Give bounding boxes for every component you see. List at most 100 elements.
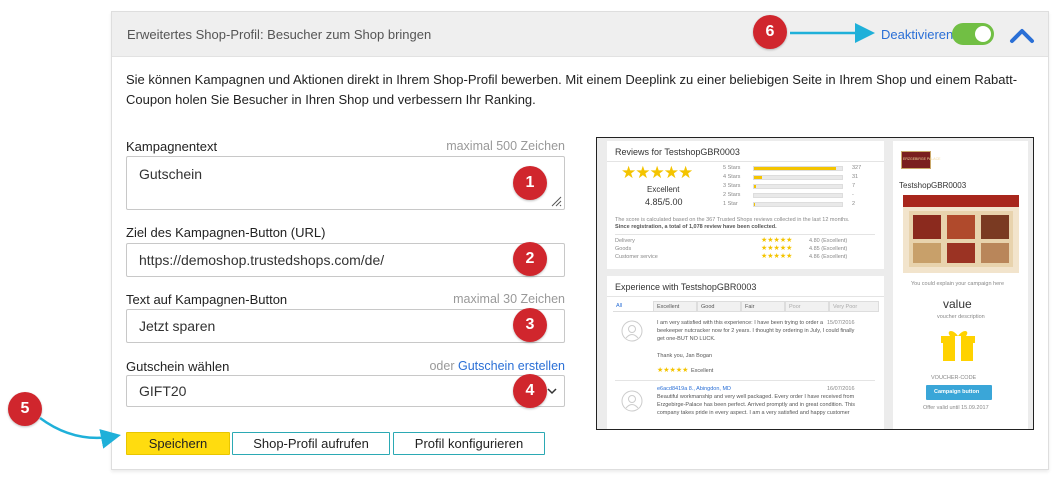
review-rating-word: Excellent	[691, 368, 714, 374]
shop-logo: ERZGEBIRGE PALACE	[901, 151, 940, 169]
configure-profile-button[interactable]: Profil konfigurieren	[393, 432, 545, 455]
review-stars-icon: ★★★★★	[657, 367, 689, 374]
annotation-badge-1: 1	[513, 166, 547, 200]
button-text-label: Text auf Kampagnen-Button	[126, 292, 288, 307]
criteria-label: Delivery	[615, 238, 635, 244]
preview-experience-title: Experience with TestshopGBR0003	[615, 282, 757, 292]
panel-title: Erweitertes Shop-Profil: Besucher zum Sh…	[127, 27, 432, 42]
preview-shop-name: TestshopGBR0003	[899, 181, 967, 190]
annotation-badge-3: 3	[513, 308, 547, 342]
target-url-input[interactable]: https://demoshop.trustedshops.com/de/	[126, 243, 565, 277]
dist-bar	[753, 202, 843, 207]
dist-label: 4 Stars	[723, 174, 741, 180]
review-date: 15/07/2016	[827, 320, 855, 326]
dist-label: 2 Stars	[723, 192, 741, 198]
filter-tab[interactable]: Fair	[741, 301, 785, 312]
activation-toggle[interactable]	[952, 23, 994, 45]
rating-stars-icon: ★★★★★	[621, 163, 693, 182]
dist-count: -	[852, 192, 854, 198]
campaign-button[interactable]: Campaign button	[926, 385, 992, 400]
dist-label: 1 Star	[723, 201, 738, 207]
deactivate-link[interactable]: Deaktivieren	[881, 27, 953, 42]
voucher-select[interactable]: GIFT20	[126, 375, 565, 407]
review-text: company takes pride in every aspect. I a…	[657, 410, 850, 416]
score-note-total: Since registration, a total of 1,078 rev…	[615, 224, 777, 230]
review-author: e6acd8419a 8., Abingdon, MD	[657, 386, 732, 392]
toggle-knob	[975, 26, 991, 42]
open-shop-profile-button[interactable]: Shop-Profil aufrufen	[232, 432, 390, 455]
save-button[interactable]: Speichern	[126, 432, 230, 455]
criteria-stars-icon: ★★★★★	[761, 237, 793, 244]
criteria-label: Goods	[615, 246, 632, 252]
criteria-value: 4.80 (Excellent)	[809, 238, 848, 244]
voucher-hint: oder Gutschein erstellen	[365, 359, 565, 373]
annotation-badge-2: 2	[513, 242, 547, 276]
shop-banner-image	[903, 195, 1019, 273]
voucher-code-label: VOUCHER-CODE	[931, 375, 977, 381]
review-text: get one-BUT NO LUCK.	[657, 336, 716, 342]
dist-label: 5 Stars	[723, 165, 741, 171]
voucher-label: Gutschein wählen	[126, 359, 230, 374]
offer-valid-text: Offer valid until 15.09.2017	[923, 405, 989, 411]
campaign-text-value: Gutschein	[139, 166, 203, 182]
filter-tab[interactable]: Poor	[785, 301, 829, 312]
collapse-chevron-up-icon[interactable]	[1008, 24, 1036, 46]
divider	[607, 296, 884, 297]
dist-fill	[754, 203, 755, 206]
divider	[615, 234, 875, 235]
dist-count: 327	[852, 165, 862, 171]
review-text: Beautiful workmanship and very well pack…	[657, 394, 855, 400]
dist-fill	[754, 185, 756, 188]
dist-bar	[753, 166, 843, 171]
criteria-stars-icon: ★★★★★	[761, 253, 793, 260]
voucher-description: voucher description	[937, 314, 985, 320]
voucher-hint-prefix: oder	[429, 359, 455, 373]
dist-count: 31	[852, 174, 859, 180]
dist-label: 3 Stars	[723, 183, 741, 189]
campaign-text-hint: maximal 500 Zeichen	[446, 139, 565, 153]
review-signoff: Thank you, Jan Bogan	[657, 353, 713, 359]
preview-experience-card: Experience with TestshopGBR0003 All Exce…	[607, 276, 884, 429]
button-text-input[interactable]: Jetzt sparen	[126, 309, 565, 343]
filter-tab[interactable]: Good	[697, 301, 741, 312]
review-date: 16/07/2016	[827, 386, 855, 392]
divider	[607, 161, 884, 162]
voucher-value: value	[943, 297, 972, 311]
criteria-value: 4.86 (Excellent)	[809, 254, 848, 260]
user-avatar-icon	[621, 320, 643, 342]
review-text: Erzgebirge-Palace has been perfect. Arri…	[657, 402, 856, 408]
filter-tabs: All Excellent Good Fair Poor Very Poor	[613, 301, 879, 312]
create-voucher-link[interactable]: Gutschein erstellen	[458, 359, 565, 373]
button-text-hint: maximal 30 Zeichen	[453, 292, 565, 306]
filter-tab[interactable]: All	[616, 303, 622, 309]
dist-fill	[754, 176, 762, 179]
campaign-text-input[interactable]: Gutschein	[126, 156, 565, 210]
filter-tab[interactable]: Excellent	[653, 301, 697, 312]
preview-reviews-card: Reviews for TestshopGBR0003 ★★★★★ Excell…	[607, 141, 884, 269]
chevron-down-icon	[547, 388, 557, 395]
shop-profile-preview: Reviews for TestshopGBR0003 ★★★★★ Excell…	[596, 137, 1034, 430]
annotation-badge-4: 4	[513, 374, 547, 408]
annotation-badge-5: 5	[8, 392, 42, 426]
campaign-text-label: Kampagnentext	[126, 139, 218, 154]
dist-bar	[753, 175, 843, 180]
resize-grip-icon[interactable]	[550, 195, 562, 207]
score-note: The score is calculated based on the 367…	[615, 217, 850, 223]
button-text-value: Jetzt sparen	[139, 318, 216, 334]
annotation-badge-6: 6	[753, 15, 787, 49]
review-text: I am very satisfied with this experience…	[657, 320, 823, 326]
dist-bar	[753, 184, 843, 189]
voucher-selected-value: GIFT20	[139, 383, 187, 399]
panel-header: Erweitertes Shop-Profil: Besucher zum Sh…	[112, 12, 1048, 57]
arrow-to-save-icon	[39, 416, 121, 449]
preview-campaign-card: ERZGEBIRGE PALACE TestshopGBR0003 You co…	[893, 141, 1028, 429]
filter-tab[interactable]: Very Poor	[829, 301, 879, 312]
criteria-stars-icon: ★★★★★	[761, 245, 793, 252]
dist-fill	[754, 167, 836, 170]
dist-bar	[753, 193, 843, 198]
user-avatar-icon	[621, 390, 643, 412]
criteria-label: Customer service	[615, 254, 658, 260]
preview-rating-word: Excellent	[647, 185, 680, 194]
criteria-value: 4.85 (Excellent)	[809, 246, 848, 252]
intro-text: Sie können Kampagnen und Aktionen direkt…	[126, 72, 1018, 107]
